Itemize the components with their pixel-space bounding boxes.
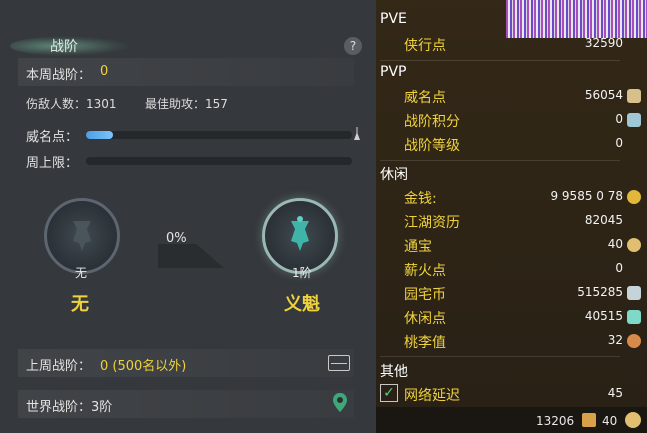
progress-percent: 0%	[166, 231, 187, 246]
section-other: 其他	[380, 364, 408, 380]
war-rank-panel: 战阶 ? 本周战阶： 0 伤敌人数：1301 最佳助攻：157 威名点： 周上限…	[0, 0, 376, 433]
help-icon[interactable]: ?	[344, 37, 362, 55]
rank-points-icon	[627, 113, 641, 127]
currency-label: 通宝	[404, 239, 432, 255]
current-rank-name: 无	[71, 294, 89, 315]
chest-icon[interactable]	[328, 355, 350, 371]
currency-label: 园宅币	[404, 287, 446, 303]
currency-label: 威名点	[404, 90, 446, 106]
tongbao-icon	[627, 238, 641, 252]
assists-label: 最佳助攻：157	[145, 97, 228, 111]
currency-value: 0	[615, 136, 623, 150]
currency-row: 园宅币 515285	[376, 281, 647, 305]
currency-row: 通宝 40	[376, 233, 647, 257]
currency-label: 薪火点	[404, 263, 446, 279]
currency-value: 0	[615, 112, 623, 126]
progress-arrow	[158, 244, 224, 268]
currency-label: 桃李值	[404, 335, 446, 351]
latency-value: 45	[607, 386, 623, 400]
currency-row: 战阶积分 0	[376, 108, 647, 132]
prestige-bar-fill	[86, 131, 113, 139]
divider	[380, 160, 620, 161]
latency-label: 网络延迟	[404, 388, 460, 404]
divider	[380, 60, 620, 61]
currency-label: 江湖资历	[404, 215, 460, 231]
current-rank-emblem[interactable]	[44, 198, 120, 274]
trophy-icon	[291, 216, 309, 251]
weekly-rank-label: 本周战阶：	[26, 68, 92, 83]
weekly-cap-label: 周上限：	[26, 156, 79, 171]
prestige-label: 威名点：	[26, 130, 79, 145]
currency-row: 战阶等级 0	[376, 132, 647, 156]
footer-left-value: 13206	[536, 414, 575, 428]
currency-row: 网络延迟 45	[376, 382, 647, 406]
footer-right-value: 40	[602, 414, 618, 428]
next-rank-emblem[interactable]	[262, 198, 338, 274]
leisure-icon	[627, 310, 641, 324]
currency-panel: PVE 侠行点 32590 PVP 威名点 56054 战阶积分 0 战阶等级 …	[376, 0, 647, 433]
panel-title: 战阶	[50, 39, 78, 55]
currency-row: 桃李值 32	[376, 329, 647, 353]
currency-label: 战阶积分	[404, 114, 460, 130]
currency-row: 薪火点 0	[376, 257, 647, 281]
house-coin-icon	[627, 286, 641, 300]
kills-label: 伤敌人数：1301	[26, 97, 117, 111]
prestige-icon	[627, 89, 641, 103]
flag-icon	[582, 413, 596, 427]
weekly-rank-value: 0	[100, 64, 109, 79]
currency-row: 金钱: 9 9585 0 78	[376, 185, 647, 209]
section-leisure: 休闲	[380, 167, 408, 183]
section-pvp: PVP	[380, 64, 407, 80]
weekly-cap-bar	[86, 157, 352, 165]
section-pve: PVE	[380, 11, 407, 27]
currency-row: 威名点 56054	[376, 84, 647, 108]
footer-bar: 13206 40	[376, 407, 647, 433]
location-pin-icon[interactable]	[332, 392, 348, 418]
currency-value: 82045	[584, 213, 623, 227]
next-rank-level: 1阶	[292, 266, 312, 280]
current-rank-level: 无	[75, 266, 88, 280]
currency-value: 0	[615, 261, 623, 275]
divider	[380, 356, 620, 357]
last-week-label: 上周战阶：	[26, 359, 92, 374]
peach-icon	[627, 334, 641, 348]
bar-marker-icon	[352, 126, 362, 144]
prestige-bar	[86, 131, 352, 139]
currency-row: 侠行点 32590	[376, 32, 647, 56]
panel-header: 战阶 ?	[0, 14, 376, 56]
currency-value: 40	[607, 237, 623, 251]
currency-value: 32	[607, 333, 623, 347]
trophy-icon	[73, 221, 91, 251]
currency-value: 32590	[584, 36, 623, 50]
currency-value: 56054	[584, 88, 623, 102]
currency-value: 40515	[584, 309, 623, 323]
currency-label: 休闲点	[404, 311, 446, 327]
currency-value: 9 9585 0 78	[550, 189, 623, 203]
last-week-value: 0 (500名以外)	[100, 359, 187, 374]
coin-icon	[627, 190, 641, 204]
currency-label: 金钱:	[404, 191, 437, 207]
coin-icon	[625, 412, 641, 428]
world-rank-label: 世界战阶：3阶	[26, 400, 113, 415]
currency-row: 休闲点 40515	[376, 305, 647, 329]
currency-row: 江湖资历 82045	[376, 209, 647, 233]
currency-label: 侠行点	[404, 38, 446, 54]
screen: 战阶 ? 本周战阶： 0 伤敌人数：1301 最佳助攻：157 威名点： 周上限…	[0, 0, 647, 433]
currency-value: 515285	[577, 285, 623, 299]
currency-label: 战阶等级	[404, 138, 460, 154]
next-rank-name: 义魁	[284, 294, 320, 315]
